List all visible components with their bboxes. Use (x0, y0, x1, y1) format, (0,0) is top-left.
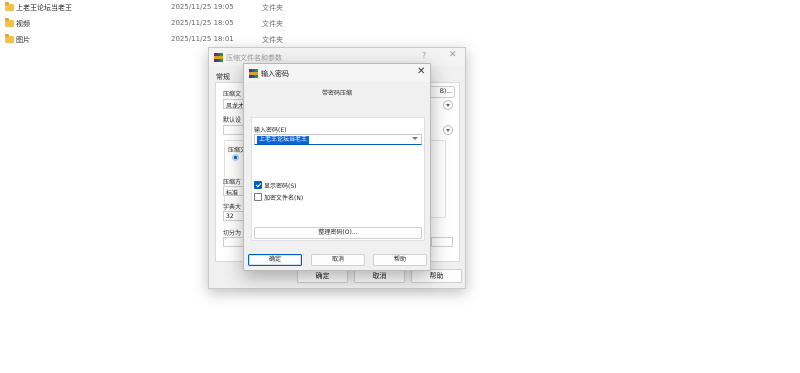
organize-passwords-button[interactable]: 整理密码(O)... (254, 227, 422, 239)
dialog-title: 输入密码 (261, 70, 289, 78)
dictionary-label: 字典大 (223, 204, 242, 211)
default-profile-field[interactable] (223, 125, 245, 135)
archive-name-dropdown[interactable] (443, 100, 453, 110)
file-type: 文件夹 (262, 20, 283, 28)
file-name: 上老王论坛当老王 (16, 4, 72, 12)
file-name: 图片 (16, 36, 30, 44)
file-name: 视频 (16, 20, 30, 28)
password-dialog: 输入密码 ✕ 带密码压缩 输入密码(E) 上老王论坛当老王 显示密码(S) 加密… (243, 63, 431, 271)
folder-icon (5, 34, 14, 43)
method-label: 压缩方 (223, 179, 242, 186)
password-input[interactable]: 上老王论坛当老王 (254, 134, 422, 145)
folder-icon (5, 2, 14, 11)
file-type: 文件夹 (262, 4, 283, 12)
list-item[interactable]: 图片 2025/11/25 18:01 文件夹 (0, 33, 320, 47)
checkbox-unchecked-icon[interactable] (254, 193, 262, 201)
dialog-subtitle: 带密码压缩 (321, 90, 352, 97)
file-date: 2025/11/25 19:05 (171, 3, 234, 11)
method-field[interactable]: 标准 (223, 186, 245, 196)
help-button[interactable]: 帮助 (373, 254, 427, 266)
cancel-button[interactable]: 取消 (311, 254, 365, 266)
dictionary-field[interactable]: 32 (223, 211, 245, 221)
browse-button[interactable]: B)... (427, 86, 455, 98)
encrypt-filenames-label: 加密文件名(N) (264, 195, 304, 202)
default-profile-dropdown[interactable] (443, 125, 453, 135)
ok-button[interactable]: 确定 (297, 269, 348, 283)
chevron-down-icon[interactable] (412, 137, 418, 140)
folder-icon (5, 18, 14, 27)
password-label: 输入密码(E) (254, 127, 287, 134)
default-profile-label: 默认设 (223, 117, 242, 124)
split-field-right[interactable] (431, 237, 453, 247)
list-item[interactable]: 上老王论坛当老王 2025/11/25 19:05 文件夹 (0, 1, 320, 15)
split-field[interactable] (223, 237, 245, 247)
password-value: 上老王论坛当老王 (257, 136, 310, 144)
winrar-icon (214, 53, 223, 62)
close-icon[interactable]: ✕ (449, 50, 457, 60)
help-icon[interactable]: ? (422, 51, 426, 60)
checkbox-checked-icon[interactable] (254, 181, 262, 189)
winrar-icon (249, 69, 258, 78)
archive-name-field[interactable]: 风龙才 (223, 99, 245, 109)
dialog-title-bar[interactable]: 输入密码 ✕ (244, 64, 430, 82)
format-radio[interactable] (232, 154, 239, 161)
archive-name-label: 压缩文 (223, 91, 242, 98)
cancel-button[interactable]: 取消 (354, 269, 405, 283)
help-button[interactable]: 帮助 (411, 269, 462, 283)
list-item[interactable]: 视频 2025/11/25 18:05 文件夹 (0, 17, 320, 31)
show-password-label: 显示密码(S) (264, 183, 297, 190)
file-date: 2025/11/25 18:05 (171, 19, 234, 27)
tab-general[interactable]: 常规 (216, 72, 230, 82)
dialog-title: 压缩文件名和参数 (226, 54, 282, 62)
file-date: 2025/11/25 18:01 (171, 35, 234, 43)
file-type: 文件夹 (262, 36, 283, 44)
split-label: 切分为 (223, 230, 242, 237)
ok-button[interactable]: 确定 (248, 254, 302, 266)
close-icon[interactable]: ✕ (417, 66, 425, 77)
